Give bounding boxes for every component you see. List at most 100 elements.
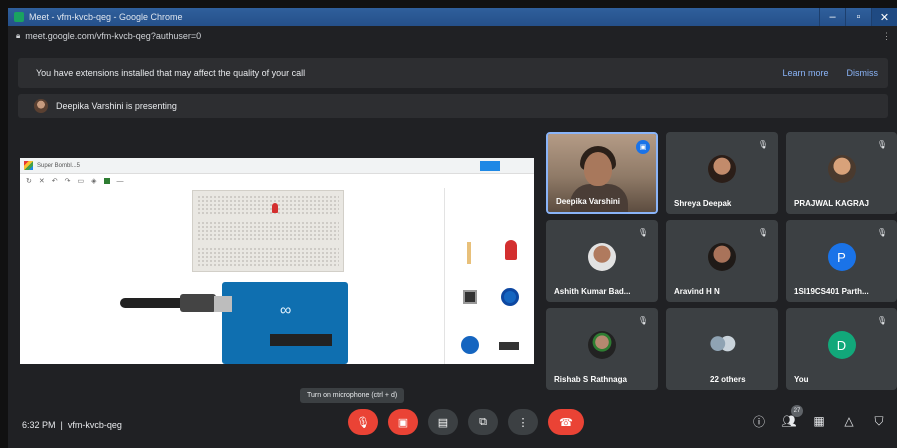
lock-icon: 🔒︎ [16,31,21,40]
people-count-badge: 27 [791,405,803,417]
more-options-button[interactable]: ⋮ [508,409,538,435]
meeting-info: 6:32 PM | vfm-kvcb-qeg [22,420,122,430]
shared-toolbar: ↻ ✕ ↶ ↷ ▭ ◈ — [20,174,534,188]
rotate-icon: ↻ [26,178,32,185]
bottom-bar: 6:32 PM | vfm-kvcb-qeg 🎙︎ ▣ ▤ ⧉ ⋮ ☎︎ ⓘ 👥… [8,401,897,448]
mic-off-icon: 🎙︎ [356,416,370,429]
participant-tile[interactable]: ▣ Deepika Varshini [546,132,658,214]
resistor-component-icon [467,242,471,264]
components-panel [444,188,534,364]
mic-off-icon: 🎙︎ [637,316,648,325]
arduino-usb-port [214,296,232,312]
camera-off-icon: ▣ [397,416,409,429]
participant-name: You [794,375,809,384]
presenting-icon: ▣ [636,140,650,154]
activities-button[interactable]: △ [841,413,857,429]
close-button[interactable]: ✕ [871,8,897,26]
separator: | [58,419,68,430]
participant-tile[interactable]: 🎙︎ Ashith Kumar Bad... [546,220,658,302]
participant-tile[interactable]: 🎙︎ D You [786,308,897,390]
participant-tile[interactable]: 🎙︎ PRAJWAL KAGRAJ [786,132,897,214]
participant-name: Ashith Kumar Bad... [554,287,631,296]
participant-avatar [588,331,616,359]
participant-letter-avatar: P [827,243,856,271]
led-component [272,203,278,213]
info-icon: ⓘ [752,414,765,429]
leave-call-button[interactable]: ☎︎ [548,409,584,435]
captions-icon: ▤ [437,416,449,429]
mic-off-icon: 🎙︎ [757,140,768,149]
meeting-details-button[interactable]: ⓘ [751,413,767,429]
participant-avatar [588,243,616,271]
breadboard-holes-mid [197,221,339,241]
mic-off-icon: 🎙︎ [637,228,648,237]
participant-name: Shreya Deepak [674,199,732,208]
participant-tile[interactable]: 🎙︎ Rishab S Rathnaga [546,308,658,390]
shield-icon: ⛉ [874,413,884,428]
shared-screen: Super Bombl...5 ↻ ✕ ↶ ↷ ▭ ◈ — ∞ [20,158,534,364]
start-simulation-button [480,161,500,171]
present-icon: ⧉ [479,415,487,428]
present-button[interactable]: ⧉ [468,409,498,435]
people-button[interactable]: 👥︎ 27 [781,405,803,429]
warning-text: You have extensions installed that may a… [36,68,306,78]
shared-app-titlebar: Super Bombl...5 [20,158,534,174]
others-group-avatar [708,331,736,359]
mic-off-button[interactable]: 🎙︎ [348,409,378,435]
breadboard-holes-bottom [197,247,339,267]
learn-more-link[interactable]: Learn more [782,68,828,78]
more-vert-icon: ⋮ [517,416,529,429]
browser-menu-icon[interactable]: ⋮ [882,31,891,42]
tinkercad-logo-icon [24,161,33,170]
participant-avatar [827,155,856,183]
participant-avatar [708,155,736,183]
participant-name: Deepika Varshini [556,197,621,206]
arduino-chip [270,334,332,346]
side-panel-controls: ⓘ 👥︎ 27 ▦ △ ⛉ [751,405,887,429]
redo-icon: ↷ [64,178,71,185]
address-bar[interactable]: 🔒︎ meet.google.com/vfm-kvcb-qeg?authuser… [8,26,897,46]
dismiss-button[interactable]: Dismiss [847,68,879,78]
call-controls: 🎙︎ ▣ ▤ ⧉ ⋮ ☎︎ [348,409,584,435]
participant-tile[interactable]: 🎙︎ Shreya Deepak [666,132,778,214]
extension-warning-banner: You have extensions installed that may a… [18,58,888,88]
wire-color-icon [103,178,110,184]
participant-avatar [708,243,736,271]
participant-name: Rishab S Rathnaga [554,375,627,384]
chat-button[interactable]: ▦ [811,413,827,429]
pushbutton-component-icon [463,290,477,304]
host-controls-button[interactable]: ⛉ [871,413,887,429]
meeting-code: vfm-kvcb-qeg [67,419,122,430]
breadboard-holes-top [197,195,339,215]
potentiometer-component-icon [501,288,519,306]
window-titlebar: Meet - vfm-kvcb-qeg - Google Chrome – ▫ … [8,8,897,26]
mic-off-icon: 🎙︎ [876,140,887,149]
minimize-button[interactable]: – [819,8,845,26]
participant-letter-avatar: D [827,331,856,359]
participant-name: PRAJWAL KAGRAJ [794,199,869,208]
presenter-avatar [34,99,48,113]
shared-tab-title: Super Bombl...5 [37,162,81,169]
participant-tile[interactable]: 🎙︎ P 1SI19CS401 Parth... [786,220,897,302]
flip-icon: ◈ [91,178,97,185]
maximize-button[interactable]: ▫ [845,8,871,26]
participant-name: 1SI19CS401 Parth... [794,287,869,296]
mic-off-icon: 🎙︎ [876,228,887,237]
slideswitch-component-icon [499,342,519,350]
arduino-board: ∞ [214,282,348,364]
arduino-logo-icon: ∞ [280,302,292,319]
captions-button[interactable]: ▤ [428,409,458,435]
current-time: 6:32 PM [22,419,56,430]
mic-off-icon: 🎙︎ [876,316,887,325]
url-text[interactable]: meet.google.com/vfm-kvcb-qeg?authuser=0 [25,31,201,41]
delete-icon: ✕ [38,178,45,185]
meet-favicon-icon [14,12,24,22]
window-title: Meet - vfm-kvcb-qeg - Google Chrome [29,12,183,22]
presenting-text: Deepika Varshini is presenting [56,101,177,111]
activities-icon: △ [844,414,854,428]
participant-tile[interactable]: 22 others [666,308,778,390]
mic-off-icon: 🎙︎ [757,228,768,237]
meet-window: You have extensions installed that may a… [8,46,897,448]
camera-off-button[interactable]: ▣ [388,409,418,435]
participant-tile[interactable]: 🎙︎ Aravind H N [666,220,778,302]
